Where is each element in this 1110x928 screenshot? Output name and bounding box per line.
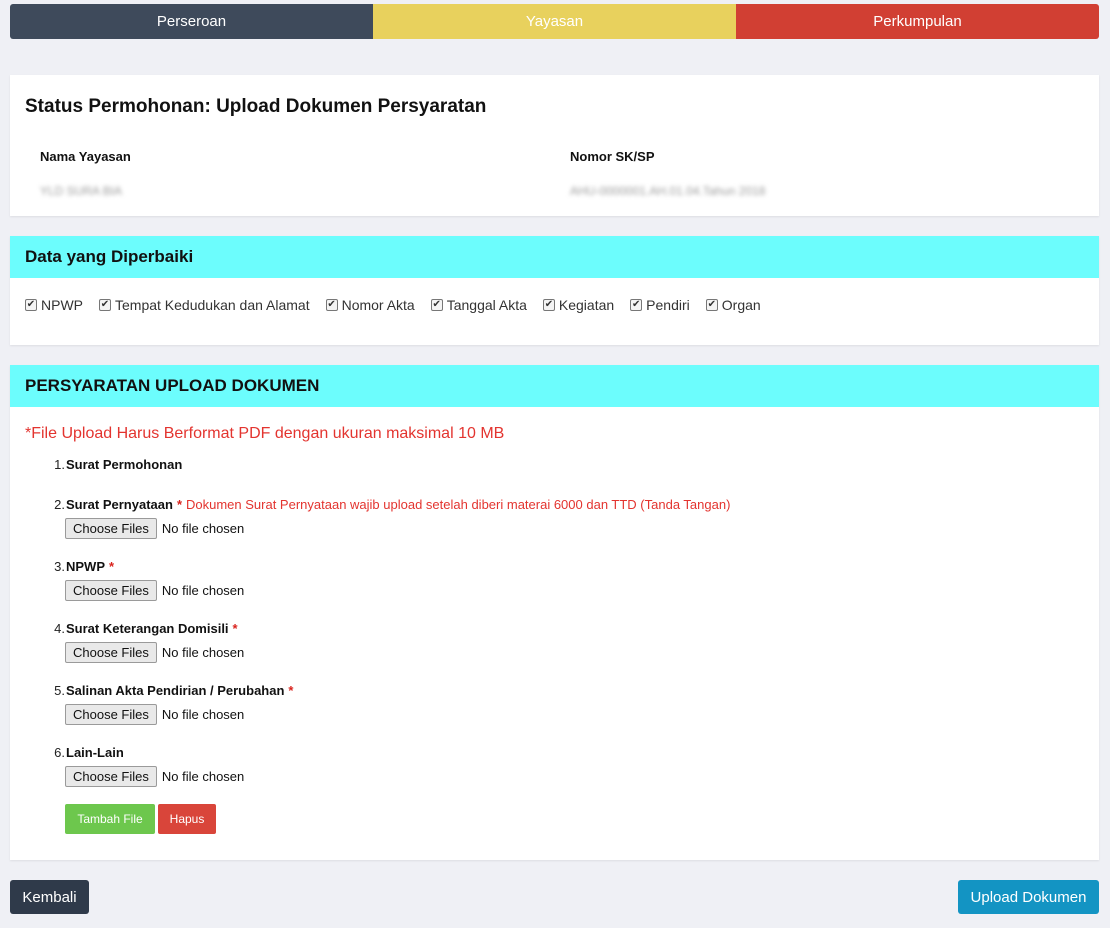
required-star: * bbox=[288, 683, 294, 698]
checkbox-checked-icon[interactable]: ✔ bbox=[705, 299, 718, 311]
req-number: 1. bbox=[54, 457, 65, 472]
nama-yayasan-label: Nama Yayasan bbox=[40, 149, 131, 164]
persyaratan-header: PERSYARATAN UPLOAD DOKUMEN bbox=[10, 365, 1099, 407]
required-star: * bbox=[109, 559, 115, 574]
req-salinan-akta: 5. Salinan Akta Pendirian / Perubahan * Ch… bbox=[50, 683, 1090, 725]
check-label: Tanggal Akta bbox=[446, 297, 527, 313]
check-label: NPWP bbox=[41, 297, 83, 313]
file-status: No file chosen bbox=[161, 645, 245, 660]
persyaratan-card: PERSYARATAN UPLOAD DOKUMEN *File Upload … bbox=[10, 365, 1099, 860]
checkbox-checked-icon[interactable]: ✔ bbox=[25, 299, 37, 311]
checkbox-checked-icon[interactable]: ✔ bbox=[430, 299, 443, 311]
req-name: Surat Keterangan Domisili bbox=[66, 621, 229, 636]
check-item-nomor-akta[interactable]: ✔ Nomor Akta bbox=[325, 297, 415, 313]
required-star: * bbox=[232, 621, 238, 636]
req-surat-permohonan: 1. Surat Permohonan bbox=[50, 457, 1090, 472]
file-status: No file chosen bbox=[161, 769, 245, 784]
req-name: Salinan Akta Pendirian / Perubahan bbox=[66, 683, 285, 698]
check-label: Pendiri bbox=[646, 297, 690, 313]
file-status: No file chosen bbox=[161, 521, 245, 536]
req-name: Surat Pernyataan bbox=[66, 497, 173, 512]
choose-files-button[interactable]: Choose Files bbox=[65, 766, 157, 787]
choose-files-button[interactable]: Choose Files bbox=[65, 580, 157, 601]
req-name: Lain-Lain bbox=[66, 745, 124, 760]
req-npwp: 3. NPWP * Choose Files No file chosen bbox=[50, 559, 1090, 601]
tab-perseroan[interactable]: Perseroan bbox=[10, 4, 373, 39]
check-label: Nomor Akta bbox=[341, 297, 415, 313]
req-number: 6. bbox=[54, 745, 65, 760]
req-lain-lain: 6. Lain-Lain Choose Files No file chosen bbox=[50, 745, 1090, 787]
kembali-button[interactable]: Kembali bbox=[10, 880, 89, 914]
req-number: 3. bbox=[54, 559, 65, 574]
tambah-file-button[interactable]: Tambah File bbox=[65, 804, 155, 834]
req-description: Dokumen Surat Pernyataan wajib upload se… bbox=[186, 497, 731, 512]
diperbaiki-checklist: ✔ NPWP ✔ Tempat Kedudukan dan Alamat ✔ Nomo… bbox=[25, 297, 777, 313]
checkbox-checked-icon[interactable]: ✔ bbox=[99, 299, 111, 311]
file-status: No file chosen bbox=[161, 707, 245, 722]
upload-dokumen-button[interactable]: Upload Dokumen bbox=[958, 880, 1099, 914]
req-number: 2. bbox=[54, 497, 65, 512]
required-star: * bbox=[176, 497, 182, 512]
status-title: Status Permohonan: Upload Dokumen Persya… bbox=[25, 96, 487, 117]
upload-format-note: *File Upload Harus Berformat PDF dengan … bbox=[25, 425, 505, 442]
check-item-pendiri[interactable]: ✔ Pendiri bbox=[630, 297, 690, 313]
req-number: 4. bbox=[54, 621, 65, 636]
check-label: Organ bbox=[721, 297, 761, 313]
check-item-tanggal-akta[interactable]: ✔ Tanggal Akta bbox=[430, 297, 527, 313]
checkbox-checked-icon[interactable]: ✔ bbox=[630, 299, 643, 311]
tab-perkumpulan[interactable]: Perkumpulan bbox=[736, 4, 1099, 39]
data-diperbaiki-card: Data yang Diperbaiki ✔ NPWP ✔ Tempat Kedud… bbox=[10, 236, 1099, 345]
req-name: Surat Permohonan bbox=[66, 457, 183, 472]
checkbox-checked-icon[interactable]: ✔ bbox=[542, 299, 555, 311]
hapus-button[interactable]: Hapus bbox=[158, 804, 216, 834]
nama-yayasan-value: YLD SURA BIA bbox=[40, 184, 123, 198]
checkbox-checked-icon[interactable]: ✔ bbox=[325, 299, 338, 311]
check-item-npwp[interactable]: ✔ NPWP bbox=[25, 297, 83, 313]
check-item-kegiatan[interactable]: ✔ Kegiatan bbox=[542, 297, 615, 313]
req-number: 5. bbox=[54, 683, 65, 698]
entity-tabs: Perseroan Yayasan Perkumpulan bbox=[10, 4, 1099, 39]
nomor-sk-label: Nomor SK/SP bbox=[570, 149, 655, 164]
data-diperbaiki-header: Data yang Diperbaiki bbox=[10, 236, 1099, 278]
check-label: Kegiatan bbox=[558, 297, 615, 313]
file-status: No file chosen bbox=[161, 583, 245, 598]
check-item-organ[interactable]: ✔ Organ bbox=[705, 297, 761, 313]
file-action-buttons: Tambah File Hapus bbox=[65, 804, 216, 834]
choose-files-button[interactable]: Choose Files bbox=[65, 642, 157, 663]
check-label: Tempat Kedudukan dan Alamat bbox=[115, 297, 310, 313]
choose-files-button[interactable]: Choose Files bbox=[65, 518, 157, 539]
req-name: NPWP bbox=[66, 559, 105, 574]
choose-files-button[interactable]: Choose Files bbox=[65, 704, 157, 725]
nomor-sk-value: AHU-0000001.AH.01.04.Tahun 2018 bbox=[570, 184, 766, 198]
req-surat-pernyataan: 2. Surat Pernyataan * Dokumen Surat Pernyat… bbox=[50, 497, 1090, 539]
tab-yayasan[interactable]: Yayasan bbox=[373, 4, 736, 39]
req-surat-domisili: 4. Surat Keterangan Domisili * Choose File… bbox=[50, 621, 1090, 663]
check-item-tempat-kedudukan[interactable]: ✔ Tempat Kedudukan dan Alamat bbox=[99, 297, 310, 313]
status-card: Status Permohonan: Upload Dokumen Persya… bbox=[10, 75, 1099, 216]
